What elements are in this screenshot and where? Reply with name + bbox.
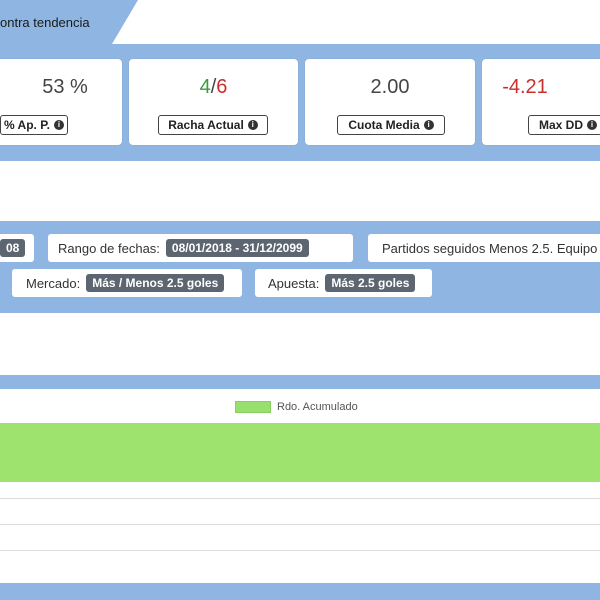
date-range-value: 08/01/2018 - 31/12/2099 [165,239,309,257]
info-icon[interactable]: i [423,120,434,130]
tab-title: ontra tendencia [0,14,90,30]
chart-legend[interactable]: Rdo. Acumulado [235,401,358,413]
chart-series-area [0,423,600,482]
stat-label-text: Racha Actual [168,118,244,132]
filter-market[interactable]: Mercado: Más / Menos 2.5 goles [12,269,242,297]
filter-partial-value: 08 [0,239,26,257]
stat-card-avg-odds: 2.00 Cuota Media i [305,59,475,145]
stat-value-hit-rate: 53 % [42,76,88,98]
stat-value-current-streak: 4/6 [129,76,298,99]
bet-label: Apuesta: [268,275,320,291]
bet-value: Más 2.5 goles [325,274,416,292]
filter-bet[interactable]: Apuesta: Más 2.5 goles [255,269,432,297]
stat-label-current-streak[interactable]: Racha Actual i [158,115,268,135]
stat-value-max-dd: -4.21 [502,76,548,98]
stat-label-avg-odds[interactable]: Cuota Media i [337,115,445,135]
stat-value-avg-odds: 2.00 [370,76,410,98]
stat-card-max-dd: -4.21 Max DD i [482,59,600,145]
streak-total: 6 [216,76,228,98]
date-range-label: Rango de fechas: [58,240,160,256]
stat-label-text: % Ap. P. [3,118,50,132]
chart-header-band [0,375,600,389]
info-icon[interactable]: i [247,120,258,130]
tab-corner [112,0,138,44]
legend-swatch [235,401,271,413]
stat-label-text: Cuota Media [348,118,420,132]
partidos-label: Partidos seguidos Menos 2.5. Equipo [382,240,598,256]
chart-gridline [0,498,600,499]
info-icon[interactable]: i [587,120,597,130]
stat-label-max-dd[interactable]: Max DD i [528,115,600,135]
market-label: Mercado: [26,275,81,291]
legend-label: Rdo. Acumulado [277,401,358,413]
strategy-tab[interactable]: ontra tendencia [0,0,112,44]
filter-partial: 08 [0,234,34,262]
chart-gridline [0,550,600,551]
chart-gridline [0,524,600,525]
info-icon[interactable]: i [54,120,64,130]
filter-partidos[interactable]: Partidos seguidos Menos 2.5. Equipo [368,234,600,262]
streak-wins: 4 [199,76,211,98]
stat-label-hit-rate[interactable]: % Ap. P. i [0,115,68,135]
stat-card-current-streak: 4/6 Racha Actual i [129,59,298,145]
market-value: Más / Menos 2.5 goles [86,274,225,292]
filter-date-range[interactable]: Rango de fechas: 08/01/2018 - 31/12/2099 [48,234,353,262]
chart-footer-band [0,583,600,600]
stat-label-text: Max DD [538,118,583,132]
stat-card-hit-rate: 53 % % Ap. P. i [0,59,122,145]
